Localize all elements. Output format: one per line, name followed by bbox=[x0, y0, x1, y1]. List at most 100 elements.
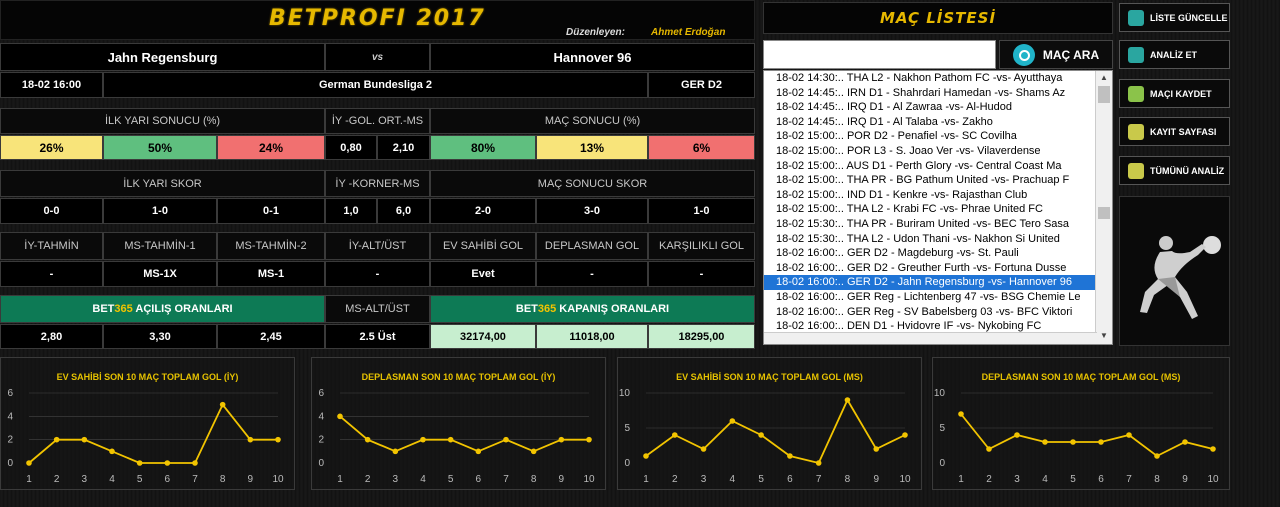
search-icon bbox=[1012, 43, 1035, 66]
side-button-refresh[interactable]: LİSTE GÜNCELLE bbox=[1119, 3, 1230, 32]
horizontal-scrollbar[interactable] bbox=[764, 332, 1097, 344]
side-button-record[interactable]: KAYIT SAYFASI bbox=[1119, 117, 1230, 146]
ft-draw-pct: 13% bbox=[536, 135, 648, 160]
match-list-item[interactable]: 18-02 15:00:.. POR D2 - Penafiel -vs- SC… bbox=[764, 129, 1112, 144]
league-code: GER D2 bbox=[648, 72, 755, 98]
x-tick-label: 8 bbox=[531, 474, 537, 485]
home-team: Jahn Regensburg bbox=[0, 43, 325, 71]
data-point bbox=[1154, 453, 1160, 459]
scroll-thumb[interactable] bbox=[1098, 86, 1110, 103]
x-tick-label: 7 bbox=[816, 474, 822, 485]
x-tick-label: 7 bbox=[1126, 474, 1132, 485]
data-point bbox=[1070, 439, 1076, 445]
x-tick-label: 7 bbox=[192, 474, 198, 485]
y-tick-label: 6 bbox=[7, 388, 13, 399]
scroll-down-icon[interactable]: ▼ bbox=[1096, 330, 1112, 342]
x-tick-label: 4 bbox=[420, 474, 426, 485]
league-name: German Bundesliga 2 bbox=[103, 72, 648, 98]
match-list-header: MAÇ LİSTESİ bbox=[763, 2, 1113, 34]
ms-ou-value: 2.5 Üst bbox=[325, 324, 430, 349]
x-tick-label: 4 bbox=[730, 474, 736, 485]
opening-odds-header: BET 365 AÇILIŞ ORANLARI bbox=[0, 295, 325, 323]
y-tick-label: 10 bbox=[934, 388, 946, 399]
match-list-item[interactable]: 18-02 16:00:.. GER D2 - Jahn Regensburg … bbox=[764, 275, 1112, 290]
x-tick-label: 6 bbox=[165, 474, 171, 485]
x-tick-label: 3 bbox=[701, 474, 707, 485]
first-half-header: İLK YARI SONUCU (%) bbox=[0, 108, 325, 134]
match-list-item[interactable]: 18-02 16:00:.. GER D2 - Magdeburg -vs- S… bbox=[764, 246, 1112, 261]
pred-home-goal: Evet bbox=[430, 261, 536, 287]
y-tick-label: 0 bbox=[624, 458, 630, 469]
y-tick-label: 0 bbox=[318, 458, 324, 469]
x-tick-label: 9 bbox=[248, 474, 254, 485]
opening-odd-x: 3,30 bbox=[103, 324, 217, 349]
x-tick-label: 4 bbox=[109, 474, 115, 485]
side-button-analyze[interactable]: ANALİZ ET bbox=[1119, 40, 1230, 69]
y-tick-label: 5 bbox=[939, 423, 945, 434]
chart-title: DEPLASMAN SON 10 MAÇ TOPLAM GOL (MS) bbox=[981, 372, 1181, 382]
match-list-item[interactable]: 18-02 14:45:.. IRQ D1 - Al Talaba -vs- Z… bbox=[764, 115, 1112, 130]
x-tick-label: 5 bbox=[1070, 474, 1076, 485]
match-list-item[interactable]: 18-02 16:00:.. GER Reg - Lichtenberg 47 … bbox=[764, 290, 1112, 305]
data-point bbox=[558, 436, 565, 443]
y-tick-label: 2 bbox=[7, 435, 13, 446]
data-point bbox=[530, 448, 537, 455]
ht-score-2: 1-0 bbox=[103, 198, 217, 224]
search-button[interactable]: MAÇ ARA bbox=[999, 40, 1113, 69]
match-list-item[interactable]: 18-02 15:30:.. THA L2 - Udon Thani -vs- … bbox=[764, 232, 1112, 247]
match-list-item[interactable]: 18-02 16:00:.. GER D2 - Greuther Furth -… bbox=[764, 261, 1112, 276]
match-list-item[interactable]: 18-02 16:00:.. GER Reg - SV Babelsberg 0… bbox=[764, 305, 1112, 320]
away-team: Hannover 96 bbox=[430, 43, 755, 71]
vertical-scrollbar[interactable]: ▲ ▼ bbox=[1095, 71, 1112, 344]
data-point bbox=[164, 460, 171, 466]
data-point bbox=[109, 448, 115, 455]
x-tick-label: 2 bbox=[672, 474, 678, 485]
match-list-item[interactable]: 18-02 15:00:.. POR L3 - S. Joao Ver -vs-… bbox=[764, 144, 1112, 159]
opening-odd-2: 2,45 bbox=[217, 324, 325, 349]
ms-ou-header: MS-ALT/ÜST bbox=[325, 295, 430, 323]
pred-header-home-goal: EV SAHİBİ GOL bbox=[430, 232, 536, 260]
chart-away-ft: DEPLASMAN SON 10 MAÇ TOPLAM GOL (MS) 0 5 10… bbox=[932, 357, 1230, 490]
pred-header-ms1: MS-TAHMİN-1 bbox=[103, 232, 217, 260]
data-point bbox=[447, 436, 454, 443]
data-point bbox=[420, 436, 426, 443]
match-list-item[interactable]: 18-02 14:45:.. IRQ D1 - Al Zawraa -vs- A… bbox=[764, 100, 1112, 115]
side-button-save[interactable]: MAÇI KAYDET bbox=[1119, 79, 1230, 108]
scroll-up-icon[interactable]: ▲ bbox=[1096, 71, 1112, 85]
author-name: Ahmet Erdoğan bbox=[651, 27, 726, 38]
ht-goal-avg: 0,80 bbox=[325, 135, 377, 160]
data-point bbox=[873, 446, 880, 452]
match-list-item[interactable]: 18-02 15:00:.. IND D1 - Kenkre -vs- Raja… bbox=[764, 188, 1112, 203]
x-tick-label: 9 bbox=[1182, 474, 1188, 485]
scroll-thumb-lower[interactable] bbox=[1098, 207, 1110, 219]
match-list-item[interactable]: 18-02 15:30:.. THA PR - Buriram United -… bbox=[764, 217, 1112, 232]
match-list-item[interactable]: 18-02 15:00:.. THA PR - BG Pathum United… bbox=[764, 173, 1112, 188]
x-tick-label: 10 bbox=[899, 474, 911, 485]
pred-iy: - bbox=[0, 261, 103, 287]
match-list-item[interactable]: 18-02 15:00:.. THA L2 - Krabi FC -vs- Ph… bbox=[764, 202, 1112, 217]
opening-odds-suffix: AÇILIŞ ORANLARI bbox=[132, 303, 233, 315]
match-list[interactable]: 18-02 14:30:.. THA L2 - Nakhon Pathom FC… bbox=[763, 70, 1113, 345]
match-list-item[interactable]: 18-02 14:45:.. IRN D1 - Shahrdari Hameda… bbox=[764, 86, 1112, 101]
closing-odds-prefix: BET bbox=[515, 303, 538, 315]
vs-label: vs bbox=[325, 43, 430, 71]
analyze-icon bbox=[1128, 46, 1144, 63]
full-time-header: MAÇ SONUCU (%) bbox=[430, 108, 755, 134]
match-list-item[interactable]: 18-02 15:00:.. AUS D1 - Perth Glory -vs-… bbox=[764, 159, 1112, 174]
match-list-item[interactable]: 18-02 14:30:.. THA L2 - Nakhon Pathom FC… bbox=[764, 71, 1112, 86]
opening-odds-brand: 365 bbox=[114, 303, 133, 315]
ht-corners: 1,0 bbox=[325, 198, 377, 224]
data-point bbox=[192, 460, 198, 466]
save-icon bbox=[1128, 85, 1144, 102]
x-tick-label: 3 bbox=[1014, 474, 1020, 485]
opening-odds-prefix: BET bbox=[92, 303, 115, 315]
side-button-analyze-all[interactable]: TÜMÜNÜ ANALİZ bbox=[1119, 156, 1230, 185]
data-point bbox=[247, 436, 254, 443]
search-input[interactable] bbox=[763, 40, 996, 69]
data-point bbox=[337, 413, 343, 420]
data-point bbox=[671, 432, 678, 438]
x-tick-label: 10 bbox=[1207, 474, 1219, 485]
data-point bbox=[1182, 439, 1188, 445]
ft-goal-avg: 2,10 bbox=[377, 135, 430, 160]
x-tick-label: 3 bbox=[82, 474, 88, 485]
